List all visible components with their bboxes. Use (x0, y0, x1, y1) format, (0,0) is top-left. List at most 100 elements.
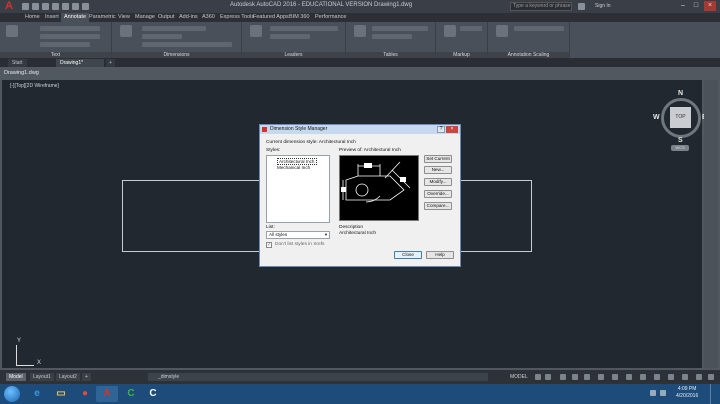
new-icon[interactable] (22, 3, 29, 10)
hardware-acceleration-icon[interactable] (682, 374, 688, 380)
tab-parametric[interactable]: Parametric (86, 13, 119, 22)
close-window-button[interactable]: × (704, 1, 716, 11)
tab-layout1[interactable]: Layout1 (30, 373, 54, 381)
tab-model[interactable]: Model (6, 373, 26, 381)
clean-screen-icon[interactable] (696, 374, 702, 380)
viewcube[interactable]: TOP N S E W (653, 90, 708, 145)
markup-icon[interactable] (444, 25, 456, 37)
tab-a360[interactable]: A360 (199, 13, 218, 22)
open-icon[interactable] (32, 3, 39, 10)
help-button[interactable]: Help (426, 251, 454, 259)
multileader-icon[interactable] (250, 25, 262, 37)
model-space-toggle[interactable]: MODEL (510, 373, 528, 381)
tab-annotate[interactable]: Annotate (61, 13, 90, 22)
new-style-button[interactable]: New... (424, 166, 452, 174)
tab-view[interactable]: View (115, 13, 133, 22)
text-height-select[interactable] (40, 34, 100, 39)
style-item-architectural-inch[interactable]: Architectural Inch (277, 158, 317, 165)
autocad-logo-icon[interactable]: A (2, 1, 16, 12)
dialog-close-icon[interactable]: × (446, 126, 458, 133)
dimension-tools[interactable] (142, 34, 182, 39)
ortho-icon[interactable] (560, 374, 566, 380)
annotation-scale-icon[interactable] (626, 374, 632, 380)
scale-list[interactable] (514, 26, 564, 31)
camtasia-recorder-icon[interactable]: C (142, 386, 164, 402)
tab-performance[interactable]: Performance (312, 13, 350, 22)
annotation-scale-icon[interactable] (496, 25, 508, 37)
tab-insert[interactable]: Insert (42, 13, 62, 22)
style-item-mechanical-inch[interactable]: Mechanical Inch (277, 165, 310, 170)
tab-output[interactable]: Output (155, 13, 178, 22)
windows-taskbar: e ▭ ● A C C 4:09 PM 4/20/2016 (0, 384, 720, 404)
add-layout-button[interactable]: + (82, 373, 91, 381)
set-current-button[interactable]: Set Current (424, 155, 452, 163)
markup-tools[interactable] (460, 26, 482, 31)
styles-list[interactable]: Architectural Inch Mechanical Inch (266, 155, 330, 223)
table-tools[interactable] (372, 34, 412, 39)
override-style-button[interactable]: Override... (424, 190, 452, 198)
xref-checkbox[interactable]: ✓ (266, 242, 272, 248)
search-input[interactable]: Type a keyword or phrase (510, 2, 572, 11)
dimension-icon[interactable] (120, 25, 132, 37)
redo-icon[interactable] (82, 3, 89, 10)
command-line[interactable]: _dimstyle (148, 373, 488, 381)
list-filter-select[interactable]: All styles ▼ (266, 231, 330, 239)
navigation-bar[interactable] (704, 80, 718, 368)
dimension-style-select[interactable] (142, 26, 206, 31)
dialog-help-icon[interactable]: ? (437, 126, 445, 133)
tab-home[interactable]: Home (22, 13, 43, 22)
tab-drawing1[interactable]: Drawing1* (56, 59, 104, 67)
text-justify-select[interactable] (40, 42, 90, 47)
modify-style-button[interactable]: Modify... (424, 178, 452, 186)
viewcube-top-face[interactable]: TOP (670, 107, 691, 128)
snap-icon[interactable] (545, 374, 551, 380)
tray-flag-icon[interactable] (650, 390, 656, 396)
save-icon[interactable] (42, 3, 49, 10)
tab-addins[interactable]: Add-ins (176, 13, 201, 22)
dialog-title-bar[interactable]: Dimension Style Manager ? × (260, 125, 460, 134)
dialog-app-icon (262, 127, 267, 132)
autocad-taskbar-icon[interactable]: A (96, 386, 118, 402)
tab-start[interactable]: Start (8, 59, 27, 67)
leader-tools[interactable] (270, 34, 310, 39)
workspace-gear-icon[interactable] (640, 374, 646, 380)
save-as-icon[interactable] (52, 3, 59, 10)
multiline-text-icon[interactable] (6, 25, 18, 37)
text-style-select[interactable] (40, 26, 100, 31)
windows-start-icon[interactable] (4, 386, 20, 402)
tray-time: 4:09 PM (677, 386, 697, 392)
a360-icon[interactable] (578, 3, 585, 10)
table-style-select[interactable] (372, 26, 428, 31)
tray-volume-icon[interactable] (660, 390, 666, 396)
file-explorer-icon[interactable]: ▭ (50, 386, 72, 402)
internet-explorer-icon[interactable]: e (26, 386, 48, 402)
annotation-visibility-icon[interactable] (612, 374, 618, 380)
camtasia-icon[interactable]: C (120, 386, 142, 402)
close-button[interactable]: Close (394, 251, 422, 259)
customize-icon[interactable] (708, 374, 714, 380)
new-tab-button[interactable]: + (106, 59, 115, 67)
plus-icon[interactable] (654, 374, 660, 380)
leader-style-select[interactable] (270, 26, 338, 31)
chrome-icon[interactable]: ● (74, 386, 96, 402)
tab-bim360[interactable]: BIM 360 (286, 13, 312, 22)
lineweight-icon[interactable] (598, 374, 604, 380)
viewport-controls[interactable]: [-][Top][2D Wireframe] (10, 83, 59, 89)
print-icon[interactable] (62, 3, 69, 10)
table-icon[interactable] (354, 25, 366, 37)
tab-manage[interactable]: Manage (132, 13, 158, 22)
tab-layout2[interactable]: Layout2 (56, 373, 80, 381)
osnap-icon[interactable] (584, 374, 590, 380)
grid-icon[interactable] (535, 374, 541, 380)
minimize-button[interactable]: – (677, 1, 689, 11)
undo-icon[interactable] (72, 3, 79, 10)
tray-clock[interactable]: 4:09 PM 4/20/2016 (676, 386, 698, 400)
polar-icon[interactable] (572, 374, 578, 380)
dimension-options[interactable] (142, 42, 232, 47)
wcs-menu[interactable]: WCS (671, 145, 689, 151)
maximize-button[interactable]: □ (690, 1, 702, 11)
sign-in-link[interactable]: Sign In (595, 3, 611, 9)
isolate-icon[interactable] (668, 374, 674, 380)
show-desktop-button[interactable] (710, 384, 720, 404)
compare-styles-button[interactable]: Compare... (424, 202, 452, 210)
